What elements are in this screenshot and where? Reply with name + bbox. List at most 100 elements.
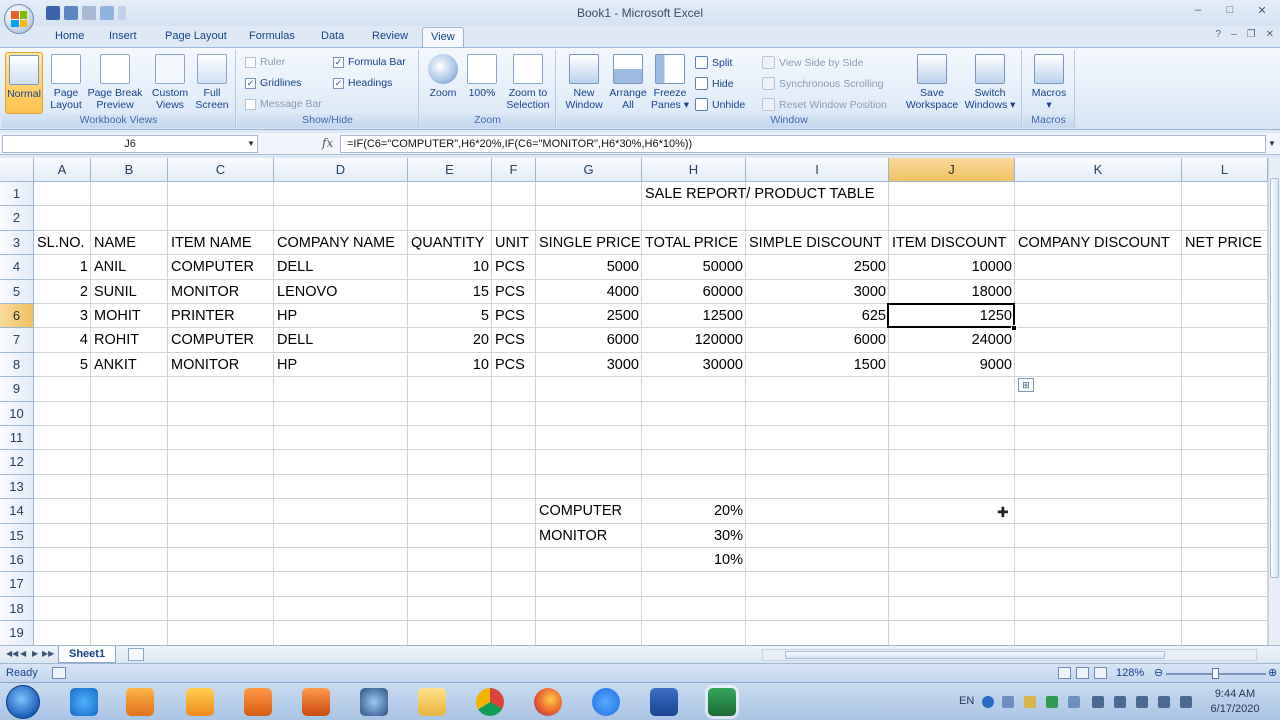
tray-icon-3[interactable] (1046, 696, 1058, 708)
table-cell[interactable]: SUNIL (91, 280, 168, 304)
split-button[interactable]: Split (695, 56, 732, 69)
row-header-16[interactable]: 16 (0, 548, 34, 573)
macros-button[interactable]: Macros ▾ (1029, 52, 1069, 111)
row-header-10[interactable]: 10 (0, 401, 34, 426)
table-header-cell[interactable]: ITEM DISCOUNT (889, 231, 1015, 255)
table-cell[interactable]: HP (274, 353, 408, 377)
table-cell[interactable]: HP (274, 304, 408, 328)
page-layout-status-icon[interactable] (1076, 667, 1089, 679)
row-header-14[interactable]: 14 (0, 499, 34, 524)
tab-data[interactable]: Data (321, 30, 344, 42)
normal-view-status-icon[interactable] (1058, 667, 1071, 679)
inner-minimize-button[interactable]: ‒ (1231, 29, 1237, 40)
table-cell[interactable]: 18000 (889, 280, 1015, 304)
table-cell[interactable]: 3000 (536, 353, 642, 377)
tray-icon-5[interactable] (1180, 696, 1192, 708)
table-cell[interactable]: ANKIT (91, 353, 168, 377)
row-header-5[interactable]: 5 (0, 279, 34, 304)
zoom-slider-knob[interactable] (1212, 668, 1219, 679)
view-side-by-side-button[interactable]: View Side by Side (762, 56, 863, 69)
headings-checkbox[interactable]: ✓ Headings (333, 77, 392, 89)
app-icon-5[interactable] (302, 688, 330, 716)
table-cell[interactable]: 625 (746, 304, 889, 328)
row-header-11[interactable]: 11 (0, 426, 34, 451)
app-icon-3[interactable] (186, 688, 214, 716)
table-cell[interactable]: 60000 (642, 280, 746, 304)
battery-icon[interactable] (1158, 696, 1170, 708)
lookup-label-cell[interactable] (536, 548, 642, 572)
selected-cell-j6[interactable] (887, 303, 1015, 329)
lookup-value-cell[interactable]: 30% (642, 524, 746, 548)
horizontal-scrollbar[interactable] (762, 649, 1257, 661)
row-header-18[interactable]: 18 (0, 596, 34, 622)
column-header-h[interactable]: H (642, 158, 746, 182)
table-cell[interactable]: 50000 (642, 255, 746, 279)
hide-button[interactable]: Hide (695, 77, 734, 90)
table-cell[interactable]: 1500 (746, 353, 889, 377)
tab-formulas[interactable]: Formulas (249, 30, 295, 42)
table-cell[interactable]: 3000 (746, 280, 889, 304)
table-header-cell[interactable]: COMPANY DISCOUNT (1015, 231, 1182, 255)
macro-record-icon[interactable] (52, 667, 66, 679)
row-header-2[interactable]: 2 (0, 206, 34, 231)
row-header-1[interactable]: 1 (0, 182, 34, 207)
sheet-tab-sheet1[interactable]: Sheet1 (58, 646, 117, 663)
column-header-f[interactable]: F (492, 158, 536, 182)
auto-fill-options-icon[interactable]: ⊞ (1018, 378, 1034, 392)
worksheet-grid[interactable]: A B C D E F G H I J K L 1 2 3 4 5 6 7 8 9 10 11 12 13 14 15 16 17 18 1… (0, 158, 1268, 645)
chrome-icon[interactable] (476, 688, 504, 716)
row-header-15[interactable]: 15 (0, 523, 34, 548)
table-cell[interactable]: 12500 (642, 304, 746, 328)
firefox-icon[interactable] (534, 688, 562, 716)
table-cell[interactable]: PCS (492, 353, 536, 377)
table-header-cell[interactable]: SL.NO. (34, 231, 91, 255)
ruler-checkbox[interactable]: Ruler (245, 56, 285, 68)
select-all-corner[interactable] (0, 158, 34, 182)
message-bar-checkbox[interactable]: Message Bar (245, 98, 322, 110)
help-icon[interactable]: ? (1216, 29, 1222, 40)
column-header-a[interactable]: A (34, 158, 91, 182)
table-cell[interactable]: PCS (492, 304, 536, 328)
table-header-cell[interactable]: SINGLE PRICE (536, 231, 642, 255)
table-cell[interactable]: 4000 (536, 280, 642, 304)
tab-review[interactable]: Review (372, 30, 408, 42)
unhide-button[interactable]: Unhide (695, 98, 745, 111)
table-header-cell[interactable]: SIMPLE DISCOUNT (746, 231, 889, 255)
row-header-17[interactable]: 17 (0, 572, 34, 597)
app-icon-6[interactable] (360, 688, 388, 716)
table-cell[interactable]: 5 (408, 304, 492, 328)
row-header-9[interactable]: 9 (0, 377, 34, 402)
custom-views-button[interactable]: Custom Views (150, 52, 190, 111)
table-cell[interactable]: 2500 (536, 304, 642, 328)
vertical-scrollbar[interactable] (1268, 158, 1280, 645)
column-header-j[interactable]: J (889, 158, 1015, 182)
inner-close-button[interactable]: ✕ (1266, 29, 1274, 40)
column-header-b[interactable]: B (91, 158, 168, 182)
table-header-cell[interactable]: UNIT (492, 231, 536, 255)
table-cell[interactable]: 24000 (889, 328, 1015, 352)
table-cell[interactable]: PRINTER (168, 304, 274, 328)
table-cell[interactable]: LENOVO (274, 280, 408, 304)
new-window-button[interactable]: New Window (561, 52, 607, 111)
column-header-k[interactable]: K (1015, 158, 1182, 182)
arrange-all-button[interactable]: Arrange All (607, 52, 649, 111)
last-sheet-icon[interactable]: ▶▶ (42, 649, 54, 658)
lookup-label-cell[interactable]: COMPUTER (536, 499, 642, 523)
table-cell[interactable]: 15 (408, 280, 492, 304)
gridlines-checkbox[interactable]: ✓ Gridlines (245, 77, 301, 89)
tray-icon-4[interactable] (1068, 696, 1080, 708)
internet-explorer-icon[interactable] (70, 688, 98, 716)
column-header-c[interactable]: C (168, 158, 274, 182)
table-cell[interactable]: 20 (408, 328, 492, 352)
table-cell[interactable]: PCS (492, 255, 536, 279)
full-screen-button[interactable]: Full Screen (192, 52, 232, 111)
maximize-button[interactable]: □ (1218, 4, 1242, 16)
row-header-7[interactable]: 7 (0, 328, 34, 353)
column-header-e[interactable]: E (408, 158, 492, 182)
formula-input[interactable]: =IF(C6="COMPUTER",H6*20%,IF(C6="MONITOR"… (340, 135, 1266, 153)
signal-icon[interactable] (1136, 696, 1148, 708)
zoom-button[interactable]: Zoom (426, 52, 460, 99)
inner-restore-button[interactable]: ❐ (1247, 29, 1256, 40)
table-cell[interactable]: 10000 (889, 255, 1015, 279)
table-header-cell[interactable]: ITEM NAME (168, 231, 274, 255)
